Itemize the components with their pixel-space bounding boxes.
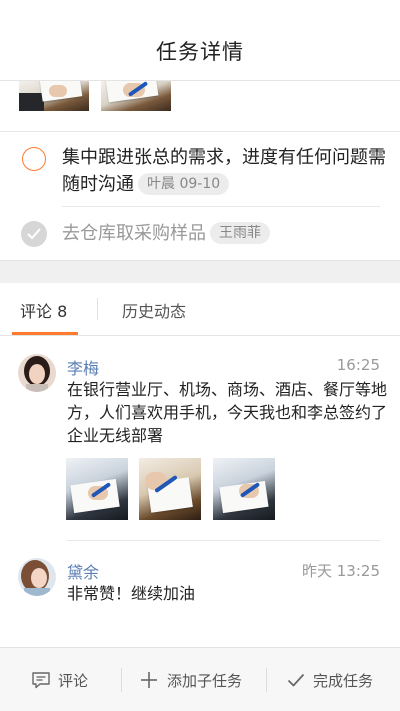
- comment-time: 16:25: [336, 356, 380, 374]
- comment-author[interactable]: 黛余: [67, 559, 99, 583]
- task-text: 去仓库取采购样品: [62, 223, 206, 244]
- comment-author[interactable]: 李梅: [67, 355, 99, 379]
- page-title: 任务详情: [156, 40, 244, 64]
- tab-history[interactable]: 历史动态: [122, 298, 186, 322]
- comment-button[interactable]: 评论: [0, 648, 120, 711]
- detail-tabs: 评论 8 历史动态: [0, 283, 400, 336]
- task-content: 去仓库取采购样品 王雨菲: [62, 220, 387, 247]
- attachment-thumbnail[interactable]: [19, 81, 89, 111]
- comment-image[interactable]: [139, 458, 201, 520]
- add-subtask-button[interactable]: 添加子任务: [122, 648, 265, 711]
- task-checkbox[interactable]: [22, 147, 46, 171]
- divider: [97, 298, 98, 320]
- tab-comments[interactable]: 评论 8: [20, 298, 67, 322]
- subtask-item[interactable]: 集中跟进张总的需求，进度有任何问题需随时沟通 叶晨 09-10: [0, 132, 400, 207]
- task-assignee-tag: 叶晨 09-10: [138, 173, 230, 195]
- complete-task-button[interactable]: 完成任务: [267, 648, 400, 711]
- comment-image[interactable]: [213, 458, 275, 520]
- comment-image[interactable]: [66, 458, 128, 520]
- comment-item: 李梅 16:25 在银行营业厅、机场、商场、酒店、餐厅等地方，人们喜欢用手机，今…: [0, 336, 400, 541]
- comment-text: 在银行营业厅、机场、商场、酒店、餐厅等地方，人们喜欢用手机，今天我也和李总签约了…: [67, 380, 388, 445]
- comment-icon: [31, 670, 51, 694]
- avatar[interactable]: [18, 354, 56, 392]
- active-tab-indicator: [12, 332, 78, 335]
- bottom-action-bar: 评论 添加子任务 完成任务: [0, 647, 400, 711]
- task-content: 集中跟进张总的需求，进度有任何问题需随时沟通 叶晨 09-10: [62, 144, 387, 198]
- section-gap: [0, 260, 400, 284]
- checkmark-icon: [286, 670, 306, 694]
- complete-task-label: 完成任务: [313, 672, 374, 690]
- avatar[interactable]: [18, 558, 56, 596]
- add-subtask-label: 添加子任务: [167, 672, 243, 690]
- task-attachments: [0, 81, 400, 131]
- subtask-list: 集中跟进张总的需求，进度有任何问题需随时沟通 叶晨 09-10 去仓库取采购样品王…: [0, 131, 400, 247]
- comment-time: 昨天 13:25: [302, 562, 380, 580]
- task-assignee-tag: 王雨菲: [210, 222, 270, 244]
- task-checked-icon[interactable]: [21, 221, 47, 247]
- comment-text: 非常赞！继续加油: [67, 584, 196, 603]
- comment-item: 黛余 昨天 13:25 非常赞！继续加油: [0, 541, 400, 641]
- attachment-thumbnail[interactable]: [101, 81, 171, 111]
- plus-icon: [139, 670, 159, 694]
- subtask-item[interactable]: 去仓库取采购样品 王雨菲: [0, 207, 400, 262]
- comment-button-label: 评论: [58, 672, 89, 690]
- page-header: 任务详情: [0, 0, 400, 81]
